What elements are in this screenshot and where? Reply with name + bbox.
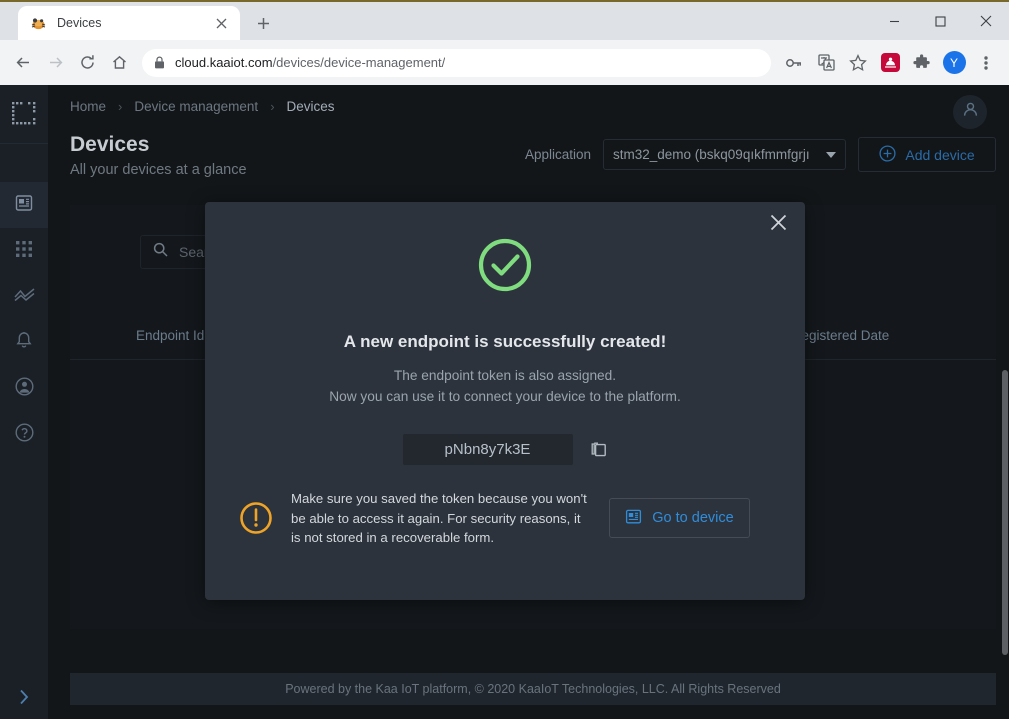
- browser-tab[interactable]: Devices: [18, 6, 240, 40]
- maximize-button[interactable]: [917, 2, 963, 40]
- tab-close-icon[interactable]: [210, 12, 232, 34]
- add-device-button[interactable]: Add device: [858, 137, 996, 172]
- extensions-puzzle-icon[interactable]: [907, 48, 937, 78]
- user-avatar-icon: [962, 101, 979, 123]
- address-bar[interactable]: cloud.kaaiot.com/devices/device-manageme…: [142, 48, 771, 77]
- sidebar-item-device-management[interactable]: [0, 182, 48, 228]
- modal-close-button[interactable]: [765, 212, 791, 238]
- new-tab-button[interactable]: [249, 9, 277, 37]
- application-label: Application: [524, 147, 591, 162]
- forward-arrow-icon[interactable]: [40, 48, 70, 78]
- chevron-down-icon: [826, 151, 836, 158]
- page-scrollbar[interactable]: [1001, 85, 1009, 719]
- browser-toolbar: cloud.kaaiot.com/devices/device-manageme…: [0, 40, 1009, 85]
- endpoint-token-value[interactable]: pNbn8y7k3E: [402, 434, 573, 465]
- device-chip-icon: [625, 508, 642, 529]
- breadcrumb-separator-icon: ›: [270, 99, 275, 114]
- key-icon[interactable]: [779, 48, 809, 78]
- tab-title: Devices: [57, 16, 102, 30]
- apps-grid-icon: [15, 240, 33, 263]
- avatar[interactable]: [953, 95, 987, 129]
- help-circle-icon: [14, 423, 34, 447]
- profile-initial: Y: [942, 51, 966, 74]
- sidebar-divider: [0, 143, 48, 144]
- scrollbar-thumb[interactable]: [1002, 370, 1008, 655]
- user-circle-icon: [14, 377, 34, 401]
- copy-icon[interactable]: [590, 441, 608, 459]
- device-chip-icon: [14, 193, 34, 218]
- application-select[interactable]: stm32_demo (bskq09qıkfmmfgrjı: [603, 139, 846, 170]
- check-circle-icon: [477, 237, 533, 298]
- sidebar-item-notifications[interactable]: [0, 320, 48, 366]
- application-selected-value: stm32_demo (bskq09qıkfmmfgrjı: [613, 147, 810, 162]
- url-text: cloud.kaaiot.com/devices/device-manageme…: [175, 55, 445, 70]
- profile-avatar-button[interactable]: Y: [939, 48, 969, 78]
- sidebar-item-applications[interactable]: [0, 228, 48, 274]
- breadcrumb-item-device-management[interactable]: Device management: [134, 99, 258, 114]
- bell-icon: [15, 331, 33, 355]
- breadcrumb-separator-icon: ›: [118, 99, 123, 114]
- bookmark-star-icon[interactable]: [843, 48, 873, 78]
- close-window-button[interactable]: [963, 2, 1009, 40]
- sidebar-item-help[interactable]: [0, 412, 48, 458]
- chevron-right-icon: [19, 689, 29, 710]
- home-icon[interactable]: [104, 48, 134, 78]
- breadcrumb-item-home[interactable]: Home: [70, 99, 106, 114]
- sidebar-expand-button[interactable]: [0, 679, 48, 719]
- three-dot-menu-icon[interactable]: [971, 48, 1001, 78]
- warning-row: Make sure you saved the token because yo…: [205, 489, 805, 548]
- translate-icon[interactable]: [811, 48, 841, 78]
- url-host: cloud.kaaiot.com: [175, 55, 273, 70]
- breadcrumb-item-devices: Devices: [286, 99, 335, 114]
- kaa-dotted-square-logo[interactable]: [0, 85, 48, 143]
- url-path: /devices/device-management/: [272, 55, 446, 70]
- modal-line-1: The endpoint token is also assigned.: [393, 368, 617, 383]
- browser-window: Devices cloud.kaaiot.com/devices/device-…: [0, 0, 1009, 719]
- browser-titlebar: Devices: [0, 0, 1009, 40]
- reload-icon[interactable]: [72, 48, 102, 78]
- sidebar-item-analytics[interactable]: [0, 274, 48, 320]
- minimize-button[interactable]: [871, 2, 917, 40]
- application-controls: Application stm32_demo (bskq09qıkfmmfgrj…: [525, 137, 996, 172]
- kaa-bug-favicon: [30, 15, 47, 32]
- breadcrumb: Home › Device management › Devices: [48, 85, 1009, 114]
- success-icon-wrap: [205, 237, 805, 298]
- analytics-chart-icon: [13, 286, 35, 309]
- back-arrow-icon[interactable]: [8, 48, 38, 78]
- page-footer: Powered by the Kaa IoT platform, © 2020 …: [70, 673, 996, 705]
- page-title: Devices: [70, 133, 150, 156]
- add-device-label: Add device: [905, 146, 975, 163]
- footer-text: Powered by the Kaa IoT platform, © 2020 …: [285, 682, 781, 696]
- go-to-device-button[interactable]: Go to device: [609, 498, 750, 539]
- endpoint-created-modal: A new endpoint is successfully created! …: [205, 202, 805, 600]
- modal-description: The endpoint token is also assigned. Now…: [205, 365, 805, 407]
- go-to-device-label: Go to device: [652, 510, 734, 527]
- token-row: pNbn8y7k3E: [205, 434, 805, 465]
- modal-heading: A new endpoint is successfully created!: [343, 332, 667, 351]
- page-subtitle: All your devices at a glance: [70, 162, 247, 178]
- app-sidebar: [0, 85, 48, 719]
- page-content: Home › Device management › Devices Devic…: [48, 85, 1009, 719]
- column-header-endpoint-id[interactable]: Endpoint Id: [136, 328, 204, 343]
- web-page: Home › Device management › Devices Devic…: [0, 85, 1009, 719]
- window-controls: [871, 2, 1009, 40]
- warning-exclamation-icon: [239, 501, 273, 535]
- close-icon: [770, 214, 787, 236]
- modal-line-2: Now you can use it to connect your devic…: [329, 389, 681, 404]
- extension-red-icon[interactable]: [875, 48, 905, 78]
- sidebar-item-account[interactable]: [0, 366, 48, 412]
- search-icon: [153, 242, 168, 262]
- circle-plus-icon: [879, 144, 896, 165]
- lock-icon: [154, 56, 165, 69]
- warning-text: Make sure you saved the token because yo…: [291, 491, 587, 545]
